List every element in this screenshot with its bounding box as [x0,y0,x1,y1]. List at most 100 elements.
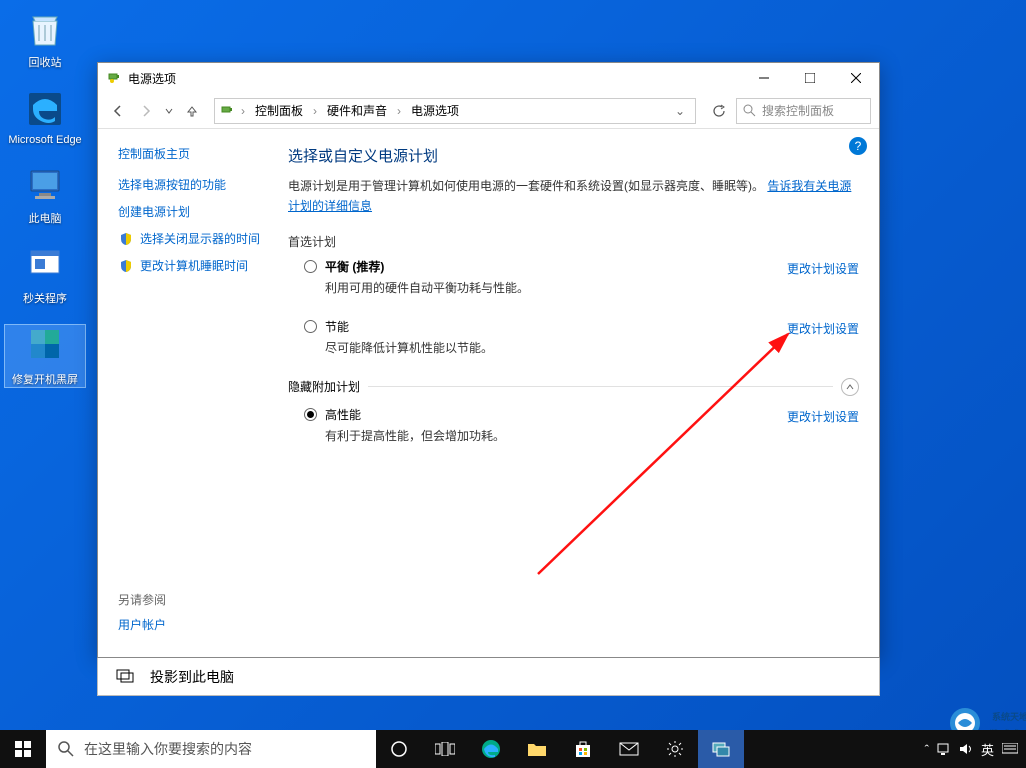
collapse-button[interactable] [841,378,859,396]
this-pc-icon [24,164,66,206]
sidebar-see-also: 另请参阅 用户帐户 [118,591,166,643]
navbar: › 控制面板 › 硬件和声音 › 电源选项 ⌄ 搜索控制面板 [98,93,879,129]
minimize-button[interactable] [741,63,787,93]
titlebar: 电源选项 [98,63,879,93]
forward-button[interactable] [134,99,158,123]
taskbar-settings[interactable] [652,730,698,768]
recent-button[interactable] [162,99,176,123]
sidebar-link-power-button[interactable]: 选择电源按钮的功能 [118,176,276,193]
power-options-icon [106,70,122,86]
sidebar-link-sleep-time[interactable]: 更改计算机睡眠时间 [118,257,276,274]
divider [368,386,833,387]
change-plan-settings-link[interactable]: 更改计划设置 [787,408,859,425]
repair-icon [24,325,66,367]
plan-name: 平衡 (推荐) [325,258,787,275]
tray-keyboard-icon[interactable] [1002,743,1018,755]
control-panel-window: 电源选项 › 控制面板 › 硬件和声音 › 电源选项 ⌄ 搜索控制面板 ? 控制… [97,62,880,658]
radio-balanced[interactable] [304,260,317,273]
up-button[interactable] [180,99,204,123]
page-heading: 选择或自定义电源计划 [288,145,859,166]
sidebar-link-display-off[interactable]: 选择关闭显示器的时间 [118,230,276,247]
desktop-icon-repair[interactable]: 修复开机黑屏 [4,324,86,388]
tray-volume-icon[interactable] [959,743,973,755]
taskbar-mail[interactable] [606,730,652,768]
desktop-icon-kill-app[interactable]: 秒关程序 [4,244,86,306]
chevron-down-icon[interactable]: ⌄ [669,104,691,118]
breadcrumb-icon [219,103,235,119]
project-icon [116,668,134,686]
change-plan-settings-link[interactable]: 更改计划设置 [787,320,859,337]
taskview-button[interactable] [422,730,468,768]
desktop-icon-label: 回收站 [29,54,62,70]
taskbar-store[interactable] [560,730,606,768]
window-title: 电源选项 [128,70,741,87]
back-button[interactable] [106,99,130,123]
desktop-icon-label: Microsoft Edge [8,134,81,146]
start-button[interactable] [0,730,46,768]
taskbar-pinned [376,730,744,768]
plan-name: 高性能 [325,406,787,423]
taskbar-search[interactable]: 在这里输入你要搜索的内容 [46,730,376,768]
chevron-right-icon: › [393,104,405,118]
desktop-icon-recycle-bin[interactable]: 回收站 [4,8,86,70]
radio-high-performance[interactable] [304,408,317,421]
see-also-label: 另请参阅 [118,591,166,608]
tray-ime[interactable]: 英 [981,740,994,759]
taskbar: 在这里输入你要搜索的内容 ˆ 英 [0,730,1026,768]
desktop-icon-this-pc[interactable]: 此电脑 [4,164,86,226]
svg-text:系统天地: 系统天地 [992,711,1026,722]
shield-icon [118,231,134,247]
annotation-arrow [518,324,838,584]
shield-icon [118,258,134,274]
system-tray: ˆ 英 [917,740,1026,759]
plan-name: 节能 [325,318,787,335]
taskbar-control-panel[interactable] [698,730,744,768]
tray-network-icon[interactable] [937,743,951,755]
settings-row-label: 投影到此电脑 [150,667,234,687]
search-icon [58,741,74,757]
refresh-button[interactable] [706,98,732,124]
taskbar-edge[interactable] [468,730,514,768]
maximize-button[interactable] [787,63,833,93]
desktop-icon-label: 修复开机黑屏 [12,371,78,387]
chevron-right-icon: › [309,104,321,118]
breadcrumb-item[interactable]: 硬件和声音 [323,100,391,121]
breadcrumb[interactable]: › 控制面板 › 硬件和声音 › 电源选项 ⌄ [214,98,696,124]
taskbar-explorer[interactable] [514,730,560,768]
plan-power-saver: 节能 尽可能降低计算机性能以节能。 更改计划设置 [288,318,859,360]
search-placeholder: 搜索控制面板 [762,102,834,119]
search-icon [743,104,756,117]
chevron-up-icon [846,383,854,391]
taskbar-search-placeholder: 在这里输入你要搜索的内容 [84,739,252,759]
search-box[interactable]: 搜索控制面板 [736,98,871,124]
sidebar-link-label: 选择关闭显示器的时间 [140,230,260,247]
breadcrumb-item[interactable]: 控制面板 [251,100,307,121]
window-body: ? 控制面板主页 选择电源按钮的功能 创建电源计划 选择关闭显示器的时间 更改计… [98,129,879,657]
desktop-icon-label: 秒关程序 [23,290,67,306]
edge-icon [24,88,66,130]
sidebar-link-user-accounts[interactable]: 用户帐户 [118,616,166,633]
plan-balanced: 平衡 (推荐) 利用可用的硬件自动平衡功耗与性能。 更改计划设置 [288,258,859,300]
desktop-icon-edge[interactable]: Microsoft Edge [4,88,86,146]
close-button[interactable] [833,63,879,93]
settings-row-project[interactable]: 投影到此电脑 [97,658,880,696]
recycle-bin-icon [24,8,66,50]
sidebar-link-create-plan[interactable]: 创建电源计划 [118,203,276,220]
plan-description: 利用可用的硬件自动平衡功耗与性能。 [325,279,787,296]
desktop-icons: 回收站 Microsoft Edge 此电脑 秒关程序 修复开机黑屏 [0,0,90,414]
control-panel-home-link[interactable]: 控制面板主页 [118,145,276,162]
breadcrumb-item[interactable]: 电源选项 [407,100,463,121]
content-area: 选择或自定义电源计划 电源计划是用于管理计算机如何使用电源的一套硬件和系统设置(… [288,129,879,657]
radio-power-saver[interactable] [304,320,317,333]
plan-description: 尽可能降低计算机性能以节能。 [325,339,787,356]
kill-app-icon [24,244,66,286]
cortana-button[interactable] [376,730,422,768]
hidden-plans-label: 隐藏附加计划 [288,378,360,395]
preferred-plans-label: 首选计划 [288,233,859,250]
tray-chevron-up-icon[interactable]: ˆ [925,742,929,757]
change-plan-settings-link[interactable]: 更改计划设置 [787,260,859,277]
desktop-icon-label: 此电脑 [29,210,62,226]
plan-high-performance: 高性能 有利于提高性能，但会增加功耗。 更改计划设置 [288,406,859,448]
sidebar: 控制面板主页 选择电源按钮的功能 创建电源计划 选择关闭显示器的时间 更改计算机… [98,129,288,657]
chevron-right-icon: › [237,104,249,118]
